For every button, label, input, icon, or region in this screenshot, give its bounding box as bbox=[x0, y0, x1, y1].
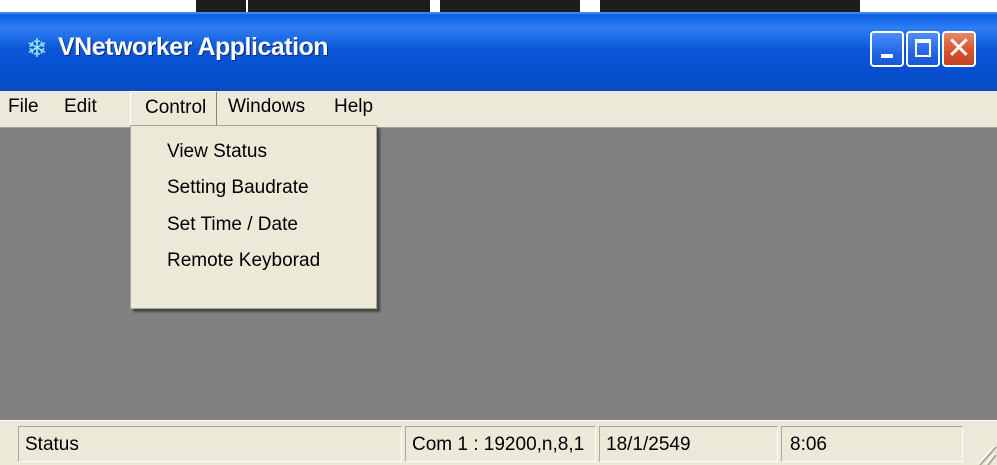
window-title: VNetworker Application bbox=[58, 33, 329, 61]
status-panel-date: 18/1/2549 bbox=[599, 426, 778, 462]
maximize-button[interactable] bbox=[906, 31, 940, 67]
menu-item-view-status[interactable]: View Status bbox=[167, 135, 267, 169]
minimize-icon bbox=[881, 54, 893, 58]
menu-item-setting-baudrate[interactable]: Setting Baudrate bbox=[167, 171, 309, 205]
app-window: ❄ VNetworker Application ✕ File Edit Con… bbox=[0, 12, 997, 465]
menu-bar: File Edit Control Windows Help bbox=[0, 91, 997, 127]
title-bar[interactable]: ❄ VNetworker Application ✕ bbox=[0, 12, 997, 91]
status-panel-com-port: Com 1 : 19200,n,8,1 bbox=[405, 426, 596, 462]
menu-item-set-time-date[interactable]: Set Time / Date bbox=[167, 208, 298, 242]
menu-edit[interactable]: Edit bbox=[64, 91, 97, 125]
menu-file[interactable]: File bbox=[8, 91, 39, 125]
close-button[interactable]: ✕ bbox=[942, 31, 976, 67]
maximize-icon bbox=[915, 39, 931, 57]
control-menu-dropdown: View Status Setting Baudrate Set Time / … bbox=[130, 125, 377, 309]
close-icon: ✕ bbox=[946, 31, 972, 66]
status-panel-text: Status bbox=[18, 426, 402, 462]
menu-item-remote-keyboard[interactable]: Remote Keyborad bbox=[167, 244, 320, 278]
minimize-button[interactable] bbox=[870, 31, 904, 67]
status-panel-time: 8:06 bbox=[781, 426, 963, 462]
menu-help[interactable]: Help bbox=[334, 91, 373, 125]
menu-windows[interactable]: Windows bbox=[228, 91, 305, 125]
resize-grip-icon[interactable] bbox=[967, 424, 997, 465]
screenshot: ❄ VNetworker Application ✕ File Edit Con… bbox=[0, 0, 997, 465]
snowflake-icon[interactable]: ❄ bbox=[24, 36, 50, 62]
menu-control[interactable]: Control bbox=[130, 91, 217, 125]
status-bar: Status Com 1 : 19200,n,8,1 18/1/2549 8:0… bbox=[0, 420, 997, 465]
